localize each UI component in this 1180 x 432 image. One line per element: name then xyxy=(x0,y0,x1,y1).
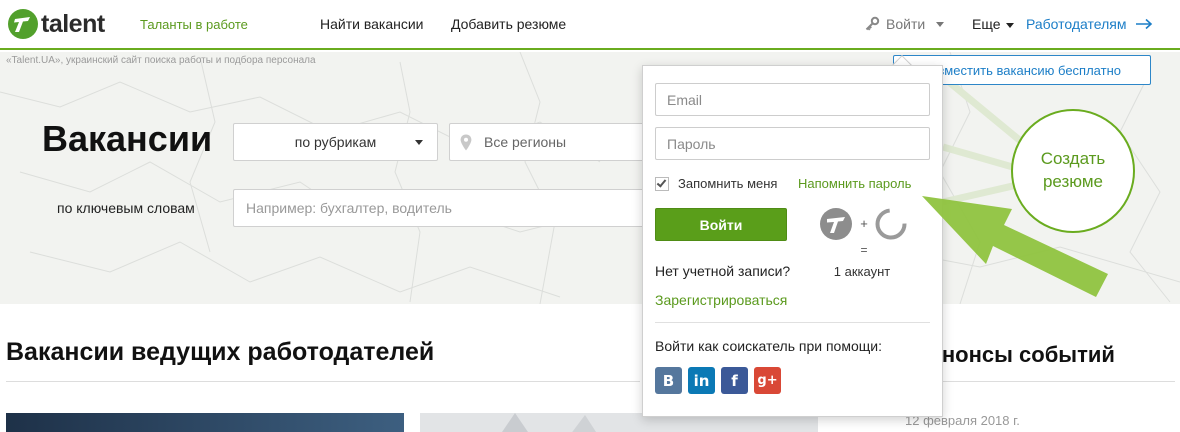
social-login-label: Войти как соискатель при помощи: xyxy=(655,338,882,354)
keywords-input[interactable] xyxy=(233,189,644,227)
social-login-buttons: B in f g+ xyxy=(655,367,781,394)
create-resume-button[interactable]: Создать резюме xyxy=(1011,109,1135,233)
nav-find-vacancies[interactable]: Найти вакансии xyxy=(320,16,424,32)
login-button-label: Войти xyxy=(699,216,743,233)
location-pin-icon xyxy=(460,134,472,151)
more-label: Еще xyxy=(972,16,1001,32)
region-select[interactable]: Все регионы xyxy=(449,123,644,161)
key-icon xyxy=(865,16,880,31)
chevron-down-icon xyxy=(415,140,423,145)
login-button[interactable]: Войти xyxy=(655,208,787,241)
facebook-login-button[interactable]: f xyxy=(721,367,748,394)
register-link[interactable]: Зарегистрироваться xyxy=(655,292,787,308)
chevron-down-icon xyxy=(936,21,945,27)
google-plus-login-button[interactable]: g+ xyxy=(754,367,781,394)
remind-password-link[interactable]: Напомнить пароль xyxy=(798,176,911,191)
linkedin-login-button[interactable]: in xyxy=(688,367,715,394)
remember-me[interactable]: Запомнить меня xyxy=(655,176,777,191)
talent-logo-icon xyxy=(8,9,38,39)
employers-label: Работодателям xyxy=(1026,16,1127,32)
region-select-value: Все регионы xyxy=(484,134,567,150)
page: talent Таланты в работе Найти вакансии Д… xyxy=(0,0,1180,432)
check-icon xyxy=(656,176,667,188)
password-field[interactable] xyxy=(655,127,930,160)
remember-label: Запомнить меня xyxy=(678,176,778,191)
one-account-equals: = xyxy=(860,243,867,257)
hero-search: «Talent.UA», украинский сайт поиска рабо… xyxy=(0,52,1180,304)
chevron-down-icon xyxy=(1005,22,1014,28)
rubric-select-value: по рубрикам xyxy=(294,134,377,150)
email-field[interactable] xyxy=(655,83,930,116)
vk-login-button[interactable]: B xyxy=(655,367,682,394)
no-account-text: Нет учетной записи? xyxy=(655,263,791,279)
linkedin-icon: in xyxy=(693,371,710,390)
logo[interactable]: talent xyxy=(8,7,105,41)
google-plus-icon: g+ xyxy=(757,373,778,388)
one-account-label: 1 аккаунт xyxy=(833,264,891,279)
remember-checkbox[interactable] xyxy=(655,176,669,191)
page-title: Вакансии xyxy=(42,118,213,159)
top-header: talent Таланты в работе Найти вакансии Д… xyxy=(0,0,1180,50)
create-resume-line-2: резюме xyxy=(1042,172,1103,191)
login-dropdown: Запомнить меня Напомнить пароль Войти + … xyxy=(642,65,943,417)
site-description: «Talent.UA», украинский сайт поиска рабо… xyxy=(6,55,316,66)
events-title: Анонсы событий xyxy=(926,342,1115,367)
login-menu[interactable]: Войти xyxy=(864,16,945,32)
login-label: Войти xyxy=(886,16,926,32)
employer-card[interactable] xyxy=(6,413,404,432)
rubric-select[interactable]: по рубрикам xyxy=(233,123,438,161)
divider xyxy=(655,322,930,323)
vk-icon: B xyxy=(662,371,675,390)
divider xyxy=(6,381,640,382)
logo-text: talent xyxy=(41,9,105,38)
arrow-right-icon xyxy=(1135,18,1152,30)
employers-link[interactable]: Работодателям xyxy=(1026,16,1153,32)
more-menu[interactable]: Еще xyxy=(972,16,1014,32)
external-account-icon xyxy=(875,208,907,240)
top-employers-title: Вакансии ведущих работодателей xyxy=(6,338,435,366)
keywords-label: по ключевым словам xyxy=(57,200,195,216)
divider xyxy=(926,381,1175,382)
account-merge-illustration: + = xyxy=(820,208,907,257)
one-account-plus: + xyxy=(860,216,868,231)
post-vacancy-label: Разместить вакансию бесплатно xyxy=(923,62,1121,78)
map-background xyxy=(0,52,1180,304)
create-resume-line-1: Создать xyxy=(1040,149,1106,169)
facebook-icon: f xyxy=(731,371,738,390)
tagline: Таланты в работе xyxy=(140,17,248,32)
nav-add-resume[interactable]: Добавить резюме xyxy=(451,16,566,32)
